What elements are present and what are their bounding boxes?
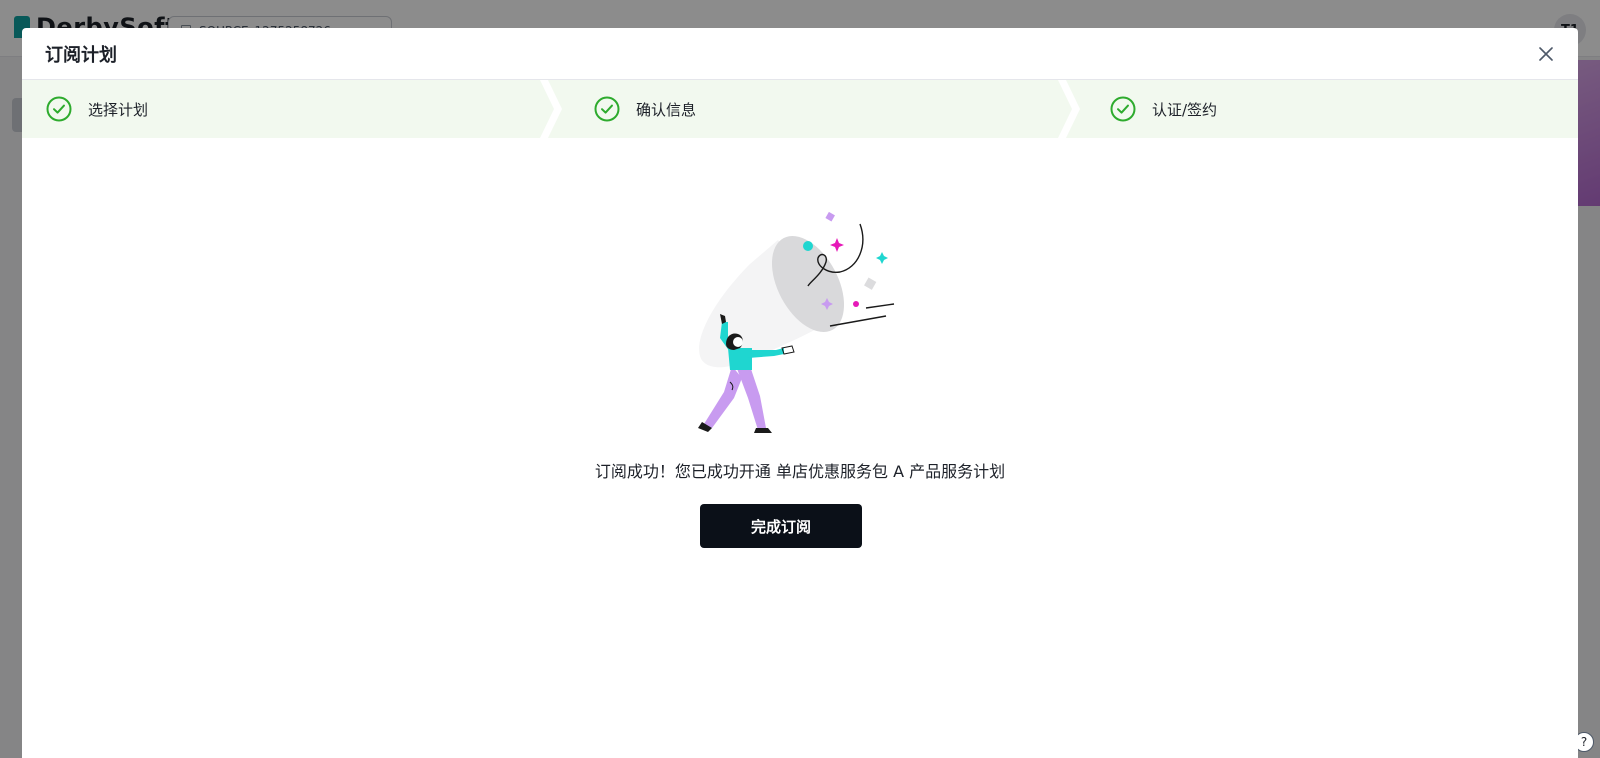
close-icon[interactable] bbox=[1536, 44, 1556, 64]
megaphone-celebration-illustration bbox=[698, 211, 895, 433]
step-confirm-info: 确认信息 bbox=[552, 80, 1080, 138]
step-divider bbox=[540, 80, 562, 138]
finish-subscription-button[interactable]: 完成订阅 bbox=[700, 504, 862, 548]
check-circle-icon bbox=[46, 96, 72, 122]
step-label: 认证/签约 bbox=[1152, 100, 1218, 119]
step-auth-sign: 认证/签约 bbox=[1070, 80, 1578, 138]
modal-header: 订阅计划 bbox=[22, 28, 1578, 80]
steps-bar: 选择计划 确认信息 认证/签约 bbox=[22, 80, 1578, 138]
modal-title: 订阅计划 bbox=[45, 44, 117, 66]
subscription-modal: 订阅计划 选择计划 确认信息 认证/签约 订阅成功！您已成功开通 单店优惠服务包… bbox=[22, 28, 1578, 758]
check-circle-icon bbox=[594, 96, 620, 122]
check-circle-icon bbox=[1110, 96, 1136, 122]
step-label: 确认信息 bbox=[636, 100, 697, 119]
step-divider bbox=[1058, 80, 1080, 138]
success-message: 订阅成功！您已成功开通 单店优惠服务包 A 产品服务计划 bbox=[594, 462, 1006, 481]
success-content: 订阅成功！您已成功开通 单店优惠服务包 A 产品服务计划 完成订阅 bbox=[22, 138, 1578, 758]
step-label: 选择计划 bbox=[88, 100, 149, 119]
step-select-plan: 选择计划 bbox=[22, 80, 562, 138]
